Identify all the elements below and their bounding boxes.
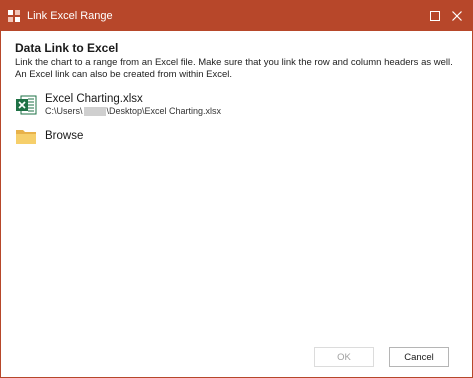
browse-item[interactable]: Browse [15, 127, 460, 145]
window-title: Link Excel Range [27, 10, 113, 22]
recent-file-text: Excel Charting.xlsx C:\Users\ \Desktop\E… [45, 93, 221, 117]
recent-file-path-suffix: \Desktop\Excel Charting.xlsx [106, 106, 222, 116]
recent-file-item[interactable]: Excel Charting.xlsx C:\Users\ \Desktop\E… [15, 91, 460, 119]
recent-file-path-prefix: C:\Users\ [45, 106, 83, 116]
app-icon [8, 10, 20, 22]
maximize-button[interactable] [424, 5, 446, 27]
close-icon [452, 11, 462, 21]
cancel-button[interactable]: Cancel [389, 347, 449, 367]
redacted-username [83, 107, 106, 116]
excel-file-icon [16, 95, 37, 115]
section-heading: Data Link to Excel [15, 41, 119, 55]
dialog-content: Data Link to Excel Link the chart to a r… [1, 31, 472, 145]
section-description: Link the chart to a range from an Excel … [15, 57, 453, 80]
recent-file-path: C:\Users\ \Desktop\Excel Charting.xlsx [45, 106, 221, 117]
browse-label: Browse [45, 130, 84, 142]
maximize-icon [430, 11, 440, 21]
close-button[interactable] [446, 5, 468, 27]
link-excel-range-dialog: Link Excel Range Data Link to Excel Link… [0, 0, 473, 378]
title-bar[interactable]: Link Excel Range [1, 1, 472, 31]
ok-button[interactable]: OK [314, 347, 374, 367]
dialog-footer: OK Cancel [1, 341, 472, 377]
folder-icon [16, 130, 36, 144]
recent-file-name: Excel Charting.xlsx [45, 93, 143, 105]
